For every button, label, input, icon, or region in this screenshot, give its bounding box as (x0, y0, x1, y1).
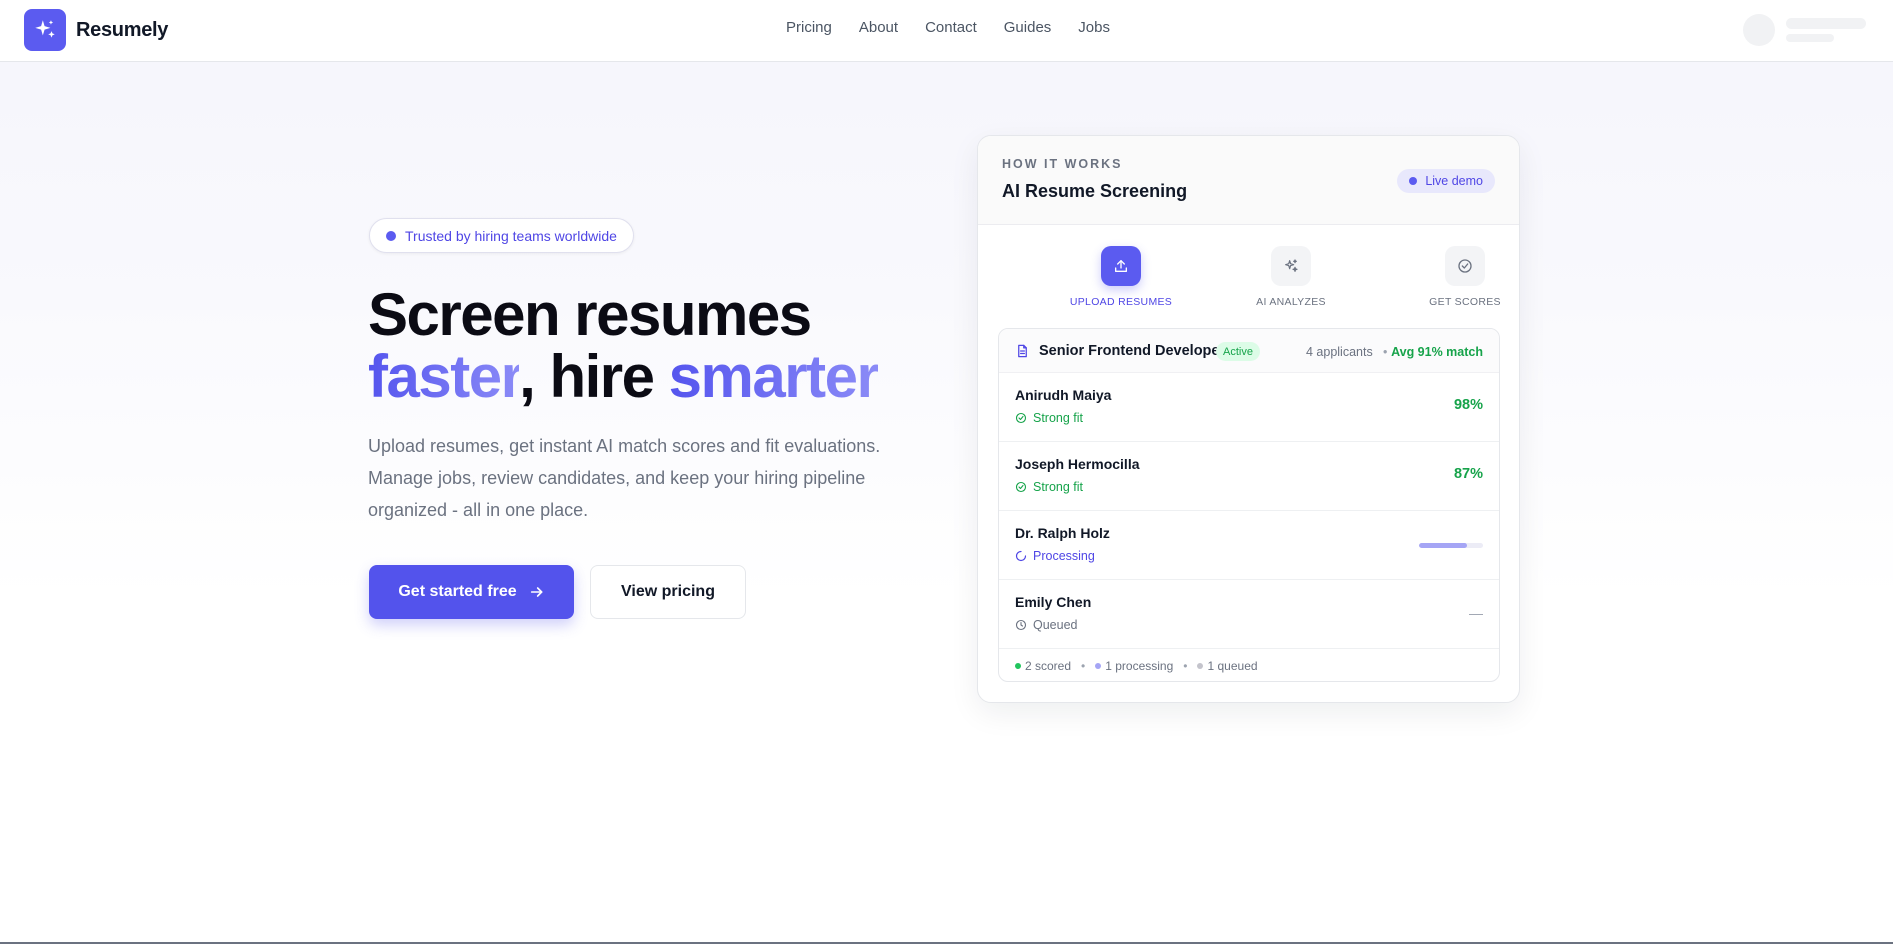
live-demo-badge: Live demo (1397, 169, 1495, 193)
candidate-row[interactable]: Emily Chen Queued — (999, 580, 1499, 649)
how-it-works-card: HOW IT WORKS AI Resume Screening Live de… (977, 135, 1520, 703)
job-header-row[interactable]: Senior Frontend Developer Active 4 appli… (999, 329, 1499, 373)
live-demo-label: Live demo (1425, 174, 1483, 188)
headline-word-faster: faster (368, 343, 521, 410)
candidate-status: Processing (1015, 549, 1095, 563)
candidate-name: Emily Chen (1015, 594, 1092, 610)
spinner-icon (1015, 550, 1027, 562)
job-status-badge: Active (1216, 342, 1260, 361)
separator-dot: • (1383, 345, 1388, 359)
nav-link-pricing[interactable]: Pricing (786, 19, 832, 36)
headline-mid: , hire (519, 343, 669, 410)
analysis-progress-fill (1419, 543, 1467, 548)
top-navbar: Resumely Pricing About Contact Guides Jo… (0, 0, 1893, 62)
scored-count: 2 scored (1025, 659, 1072, 673)
candidate-name: Anirudh Maiya (1015, 387, 1112, 403)
candidate-status-label: Strong fit (1033, 480, 1084, 494)
card-title: AI Resume Screening (1002, 181, 1188, 201)
arrow-right-icon (529, 584, 545, 600)
summary-separator: • (1081, 659, 1086, 673)
step-label-analyze: AI ANALYZES (1256, 296, 1326, 308)
step-upload-resumes[interactable]: UPLOAD RESUMES (1051, 246, 1191, 308)
nav-link-guides[interactable]: Guides (1004, 19, 1052, 36)
headline-line1: Screen resumes (368, 281, 812, 348)
candidate-status: Queued (1015, 618, 1077, 632)
candidate-row[interactable]: Anirudh Maiya Strong fit 98% (999, 373, 1499, 442)
applicant-count: 4 applicants (1306, 345, 1373, 359)
sparkles-icon (1271, 246, 1311, 286)
candidate-name: Joseph Hermocilla (1015, 456, 1140, 472)
step-get-scores[interactable]: GET SCORES (1395, 246, 1519, 308)
loading-avatar-placeholder (1743, 14, 1775, 46)
hero-subtext: Upload resumes, get instant AI match sco… (368, 436, 881, 520)
queued-count: 1 queued (1207, 659, 1258, 673)
view-pricing-button[interactable]: View pricing (590, 565, 746, 619)
candidate-status-label: Processing (1033, 549, 1095, 563)
check-circle-icon (1445, 246, 1485, 286)
card-eyebrow: HOW IT WORKS (1002, 157, 1123, 171)
nav-link-about[interactable]: About (859, 19, 898, 36)
candidate-status: Strong fit (1015, 411, 1083, 425)
processing-count: 1 processing (1105, 659, 1174, 673)
hero-headline: Screen resumes faster, hire smarter (368, 281, 880, 410)
job-applicants-panel: Senior Frontend Developer Active 4 appli… (998, 328, 1500, 682)
clock-icon (1015, 619, 1027, 631)
brand-name: Resumely (76, 18, 169, 41)
badge-dot (386, 230, 396, 241)
pending-score: — (1469, 605, 1483, 621)
check-circle-icon (1015, 412, 1027, 424)
get-started-label: Get started free (398, 583, 517, 600)
average-match: Avg 91% match (1391, 345, 1483, 359)
check-circle-icon (1015, 481, 1027, 493)
screening-summary: 2 scored • 1 processing • 1 queued (999, 649, 1499, 681)
brand-logo[interactable]: Resumely (24, 9, 168, 51)
candidate-status-label: Strong fit (1033, 411, 1084, 425)
document-icon (1015, 343, 1030, 364)
candidate-status: Strong fit (1015, 480, 1083, 494)
main-nav: Pricing About Contact Guides Jobs (786, 19, 1137, 36)
candidate-row[interactable]: Joseph Hermocilla Strong fit 87% (999, 442, 1499, 511)
trust-badge: Trusted by hiring teams worldwide (369, 218, 634, 253)
scored-dot (1015, 663, 1021, 669)
step-ai-analyzes[interactable]: AI ANALYZES (1221, 246, 1361, 308)
sparkles-icon (24, 9, 66, 51)
candidate-row[interactable]: Dr. Ralph Holz Processing (999, 511, 1499, 580)
queued-dot (1197, 663, 1204, 669)
analysis-progress-bar (1419, 543, 1483, 548)
match-score: 87% (1453, 466, 1483, 482)
loading-name-placeholder (1786, 18, 1866, 29)
nav-link-contact[interactable]: Contact (925, 19, 977, 36)
live-dot (1409, 177, 1418, 185)
loading-subtitle-placeholder (1786, 34, 1834, 42)
job-title: Senior Frontend Developer (1039, 343, 1226, 359)
match-score: 98% (1453, 397, 1483, 413)
card-header: HOW IT WORKS AI Resume Screening Live de… (978, 136, 1519, 225)
get-started-button[interactable]: Get started free (369, 565, 574, 619)
processing-dot (1095, 663, 1102, 669)
candidate-status-label: Queued (1033, 618, 1078, 632)
step-label-upload: UPLOAD RESUMES (1069, 296, 1173, 308)
trust-badge-label: Trusted by hiring teams worldwide (405, 227, 617, 244)
candidate-name: Dr. Ralph Holz (1015, 525, 1110, 541)
nav-link-jobs[interactable]: Jobs (1078, 19, 1110, 36)
workflow-steps: UPLOAD RESUMES AI ANALYZES GET SCORES (978, 246, 1519, 316)
upload-icon (1101, 246, 1141, 286)
summary-separator: • (1183, 659, 1188, 673)
headline-word-smarter: smarter (668, 343, 880, 410)
step-label-scores: GET SCORES (1429, 296, 1501, 308)
